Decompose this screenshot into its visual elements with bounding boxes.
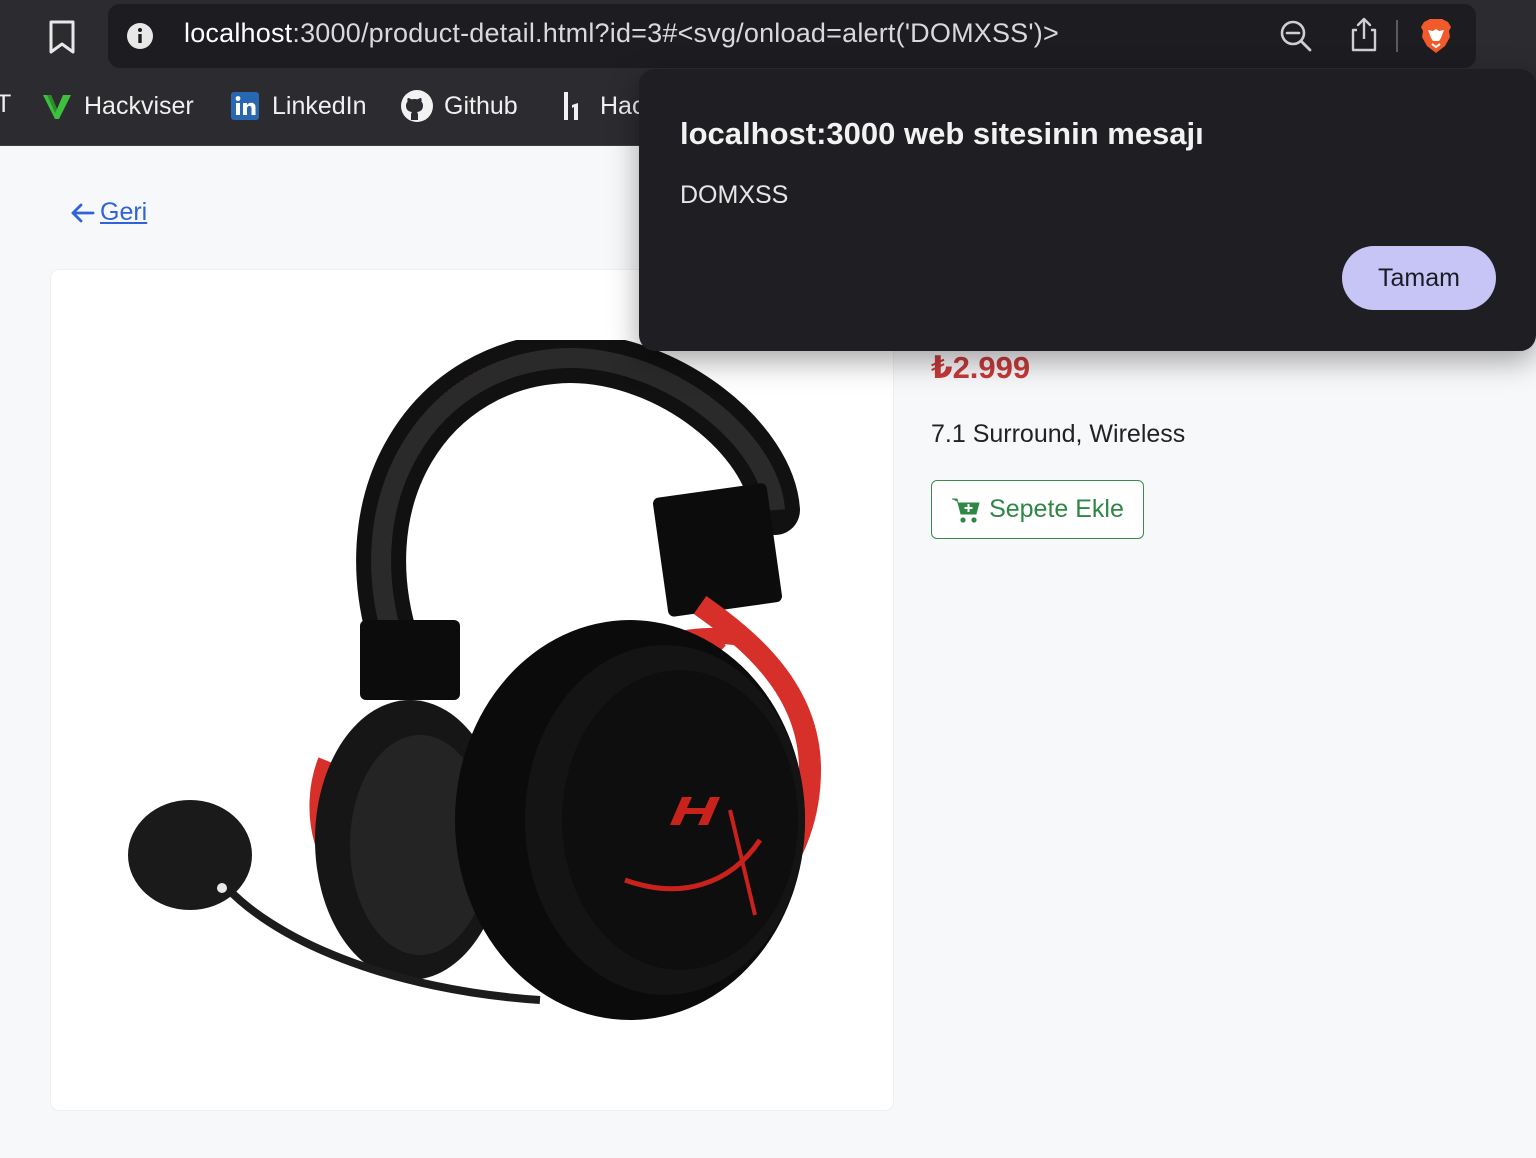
bookmark-item-linkedin[interactable]: LinkedIn — [228, 88, 367, 124]
github-icon — [400, 89, 434, 123]
url-host: localhost — [184, 18, 293, 48]
bookmark-label: Hac — [600, 91, 645, 120]
share-icon[interactable] — [1346, 16, 1382, 54]
bookmark-item-partial[interactable]: T — [0, 90, 11, 119]
product-image-headset — [128, 340, 822, 1020]
alert-dialog-message: DOMXSS — [680, 181, 789, 209]
add-to-cart-button[interactable]: Sepete Ekle — [931, 480, 1144, 539]
alert-dialog-title: localhost:3000 web sitesinin mesajı — [680, 116, 1204, 151]
back-link-label: Geri — [100, 198, 148, 226]
bookmark-label: Hackviser — [84, 91, 194, 120]
back-link[interactable]: Geri — [70, 198, 147, 227]
zoom-out-icon[interactable] — [1278, 18, 1314, 54]
url-path: :3000/product-detail.html?id=3#<svg/onlo… — [292, 18, 1059, 48]
product-price: ₺2.999 — [931, 350, 1031, 385]
bookmark-icon[interactable] — [44, 18, 80, 56]
cart-plus-icon — [951, 496, 981, 524]
bookmark-item-github[interactable]: Github — [400, 88, 518, 124]
alert-dialog: localhost:3000 web sitesinin mesajı DOMX… — [639, 69, 1536, 351]
linkedin-icon — [228, 89, 262, 123]
hackviser-icon — [40, 89, 74, 123]
bookmark-label: Github — [444, 91, 518, 120]
info-icon[interactable] — [126, 22, 154, 50]
ok-button[interactable]: Tamam — [1342, 246, 1496, 310]
bookmark-item-hackerone[interactable]: Hac — [556, 88, 644, 124]
brave-icon[interactable] — [1416, 16, 1456, 56]
product-description: 7.1 Surround, Wireless — [931, 420, 1186, 448]
arrow-left-icon — [70, 200, 96, 226]
bookmark-item-hackviser[interactable]: Hackviser — [40, 88, 194, 124]
url-text[interactable]: localhost:3000/product-detail.html?id=3#… — [184, 18, 1059, 49]
bookmark-label: LinkedIn — [272, 91, 367, 120]
add-to-cart-label: Sepete Ekle — [989, 495, 1124, 523]
address-bar-divider — [1396, 20, 1398, 52]
hackerone-icon — [556, 89, 590, 123]
